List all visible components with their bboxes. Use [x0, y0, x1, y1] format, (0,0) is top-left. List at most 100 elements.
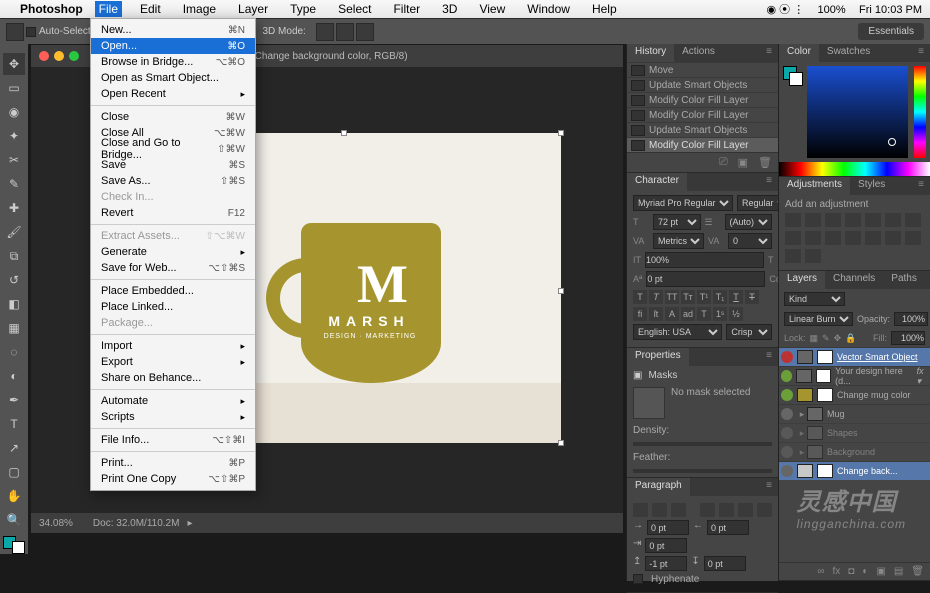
filter-icon[interactable] — [913, 293, 925, 305]
ot-button[interactable]: ½ — [729, 307, 743, 321]
menu-help[interactable]: Help — [588, 1, 621, 17]
adj-icon[interactable] — [845, 231, 861, 245]
menu-item-print-[interactable]: Print...⌘P — [91, 455, 255, 471]
menu-item-import[interactable]: Import▸ — [91, 338, 255, 354]
new-layer-icon[interactable]: ▤ — [894, 566, 903, 577]
heal-tool-icon[interactable]: ✚ — [3, 197, 25, 219]
panel-menu-icon[interactable]: ≡ — [925, 271, 930, 289]
zoom-tool-icon[interactable]: 🔍 — [3, 509, 25, 531]
lasso-tool-icon[interactable]: ◉ — [3, 101, 25, 123]
menu-select[interactable]: Select — [334, 1, 375, 17]
fill-input[interactable] — [891, 331, 925, 345]
lock-icon[interactable]: ▦ — [810, 333, 819, 344]
strike-button[interactable]: T — [745, 290, 759, 304]
marquee-tool-icon[interactable]: ▭ — [3, 77, 25, 99]
tab-swatches[interactable]: Swatches — [819, 44, 878, 62]
color-field[interactable] — [807, 66, 908, 158]
menu-filter[interactable]: Filter — [389, 1, 424, 17]
smallcaps-button[interactable]: Tᴛ — [681, 290, 695, 304]
3d-icon[interactable] — [356, 23, 374, 41]
shape-tool-icon[interactable]: ▢ — [3, 461, 25, 483]
menu-item-scripts[interactable]: Scripts▸ — [91, 409, 255, 425]
underline-button[interactable]: T — [729, 290, 743, 304]
menu-edit[interactable]: Edit — [136, 1, 165, 17]
menu-item-open-[interactable]: Open...⌘O — [91, 38, 255, 54]
history-state[interactable]: Update Smart Objects — [627, 122, 778, 137]
menu-item-close-and-go-to-bridge-[interactable]: Close and Go to Bridge...⇧⌘W — [91, 141, 255, 157]
density-slider[interactable] — [633, 442, 772, 446]
group-icon[interactable]: ▣ — [876, 566, 885, 577]
adjustment-layer-icon[interactable]: ◐ — [862, 566, 868, 577]
tab-channels[interactable]: Channels — [825, 271, 883, 289]
color-swatch-pair[interactable] — [783, 66, 803, 86]
history-state[interactable]: Modify Color Fill Layer — [627, 92, 778, 107]
tab-character[interactable]: Character — [627, 173, 687, 191]
eyedropper-tool-icon[interactable]: ✎ — [3, 173, 25, 195]
bold-button[interactable]: T — [633, 290, 647, 304]
tab-color[interactable]: Color — [779, 44, 819, 62]
brush-tool-icon[interactable]: 🖌 — [3, 221, 25, 243]
adj-icon[interactable] — [825, 231, 841, 245]
justify-icon[interactable] — [719, 503, 734, 517]
align-right-icon[interactable] — [671, 503, 686, 517]
tab-paths[interactable]: Paths — [883, 271, 925, 289]
menu-item-automate[interactable]: Automate▸ — [91, 393, 255, 409]
menu-item-export[interactable]: Export▸ — [91, 354, 255, 370]
history-brush-icon[interactable]: ↺ — [3, 269, 25, 291]
workspace-switcher[interactable]: Essentials — [858, 23, 924, 40]
adj-icon[interactable] — [905, 213, 921, 227]
filter-icon[interactable] — [849, 293, 861, 305]
layer-row[interactable]: Change mug color — [779, 385, 930, 404]
hue-slider[interactable] — [914, 66, 926, 158]
3d-icon[interactable] — [336, 23, 354, 41]
menu-item-place-embedded-[interactable]: Place Embedded... — [91, 283, 255, 299]
tab-adjustments[interactable]: Adjustments — [779, 177, 850, 195]
aa-select[interactable]: Crisp — [726, 324, 772, 340]
hand-tool-icon[interactable]: ✋ — [3, 485, 25, 507]
ot-button[interactable]: 1ˢ — [713, 307, 727, 321]
tab-paragraph[interactable]: Paragraph — [627, 478, 690, 496]
layer-mask-icon[interactable]: ◘ — [848, 566, 854, 577]
sub-button[interactable]: T₁ — [713, 290, 727, 304]
menu-view[interactable]: View — [475, 1, 509, 17]
kerning-select[interactable]: 0 — [728, 233, 772, 249]
dodge-tool-icon[interactable]: ◐ — [3, 365, 25, 387]
justify-icon[interactable] — [700, 503, 715, 517]
lock-icon[interactable]: ✥ — [834, 333, 842, 344]
layer-filter-select[interactable]: Kind — [784, 292, 845, 306]
blur-tool-icon[interactable]: ◌ — [3, 341, 25, 363]
menu-layer[interactable]: Layer — [234, 1, 272, 17]
space-after-input[interactable] — [704, 556, 746, 571]
adj-icon[interactable] — [805, 231, 821, 245]
path-tool-icon[interactable]: ↗ — [3, 437, 25, 459]
history-state[interactable]: Move — [627, 62, 778, 77]
adj-icon[interactable] — [805, 249, 821, 263]
feather-slider[interactable] — [633, 469, 772, 473]
tracking-select[interactable]: Metrics — [653, 233, 704, 249]
leading-select[interactable]: (Auto) — [725, 214, 773, 230]
tool-preset-icon[interactable] — [6, 23, 24, 41]
move-tool-icon[interactable]: ✥ — [3, 53, 25, 75]
layer-row[interactable]: ▸Background — [779, 442, 930, 461]
new-snapshot-icon[interactable]: ▣ — [738, 156, 748, 169]
zoom-icon[interactable] — [69, 51, 79, 61]
ot-button[interactable]: A — [665, 307, 679, 321]
menu-item-save-for-web-[interactable]: Save for Web...⌥⇧⌘S — [91, 260, 255, 276]
chevron-right-icon[interactable]: ▸ — [187, 518, 192, 529]
menu-item-print-one-copy[interactable]: Print One Copy⌥⇧⌘P — [91, 471, 255, 487]
tab-history[interactable]: History — [627, 44, 674, 62]
tab-layers[interactable]: Layers — [779, 271, 825, 289]
font-size-select[interactable]: 72 pt — [653, 214, 701, 230]
filter-icon[interactable] — [897, 293, 909, 305]
adj-icon[interactable] — [785, 249, 801, 263]
panel-menu-icon[interactable]: ≡ — [760, 44, 778, 62]
indent-right-input[interactable] — [707, 520, 749, 535]
zoom-level[interactable]: 34.08% — [39, 518, 73, 529]
menu-item-save-as-[interactable]: Save As...⇧⌘S — [91, 173, 255, 189]
vscale-input[interactable] — [645, 252, 764, 268]
ot-button[interactable]: T — [697, 307, 711, 321]
layer-row[interactable]: Change back... — [779, 461, 930, 480]
font-family-select[interactable]: Myriad Pro Regular — [633, 195, 733, 211]
pen-tool-icon[interactable]: ✒ — [3, 389, 25, 411]
menu-type[interactable]: Type — [286, 1, 320, 17]
